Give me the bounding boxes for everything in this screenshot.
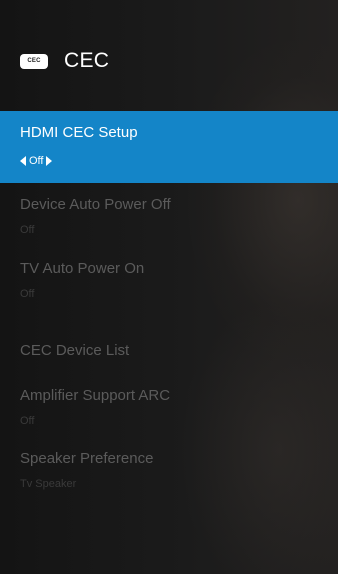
menu-item-value: Tv Speaker xyxy=(20,478,77,490)
menu-item-value: Off xyxy=(20,224,35,236)
page-header: CEC CEC xyxy=(20,46,109,76)
menu-item-amplifier-support-arc[interactable]: Amplifier Support ARC Off xyxy=(0,375,338,445)
cec-icon: CEC xyxy=(20,53,48,69)
menu-item-cec-device-list[interactable]: CEC Device List xyxy=(0,327,338,375)
menu-item-device-auto-power-off[interactable]: Device Auto Power Off Off xyxy=(0,183,338,255)
menu-item-value: Off xyxy=(20,415,35,427)
menu-item-hdmi-cec-setup[interactable]: HDMI CEC Setup Off xyxy=(0,111,338,183)
cec-icon-text: CEC xyxy=(27,58,41,64)
menu-item-value: Off xyxy=(20,288,35,300)
menu-item-label: Speaker Preference xyxy=(20,450,154,467)
menu-item-label: Device Auto Power Off xyxy=(20,196,171,213)
cec-settings-screen: CEC CEC HDMI CEC Setup Off Device Auto P… xyxy=(0,0,338,574)
menu-item-tv-auto-power-on[interactable]: TV Auto Power On Off xyxy=(0,255,338,327)
menu-item-label: HDMI CEC Setup xyxy=(20,124,138,141)
menu-item-speaker-preference[interactable]: Speaker Preference Tv Speaker xyxy=(0,445,338,515)
settings-menu: HDMI CEC Setup Off Device Auto Power Off… xyxy=(0,111,338,515)
menu-item-value: Off xyxy=(29,155,44,167)
value-selector[interactable]: Off xyxy=(20,154,338,168)
menu-item-label: TV Auto Power On xyxy=(20,260,145,277)
page-title: CEC xyxy=(64,49,110,72)
menu-item-label: Amplifier Support ARC xyxy=(20,387,171,404)
arrow-left-icon[interactable] xyxy=(20,156,26,166)
menu-item-label: CEC Device List xyxy=(20,342,130,359)
arrow-right-icon[interactable] xyxy=(46,156,53,166)
